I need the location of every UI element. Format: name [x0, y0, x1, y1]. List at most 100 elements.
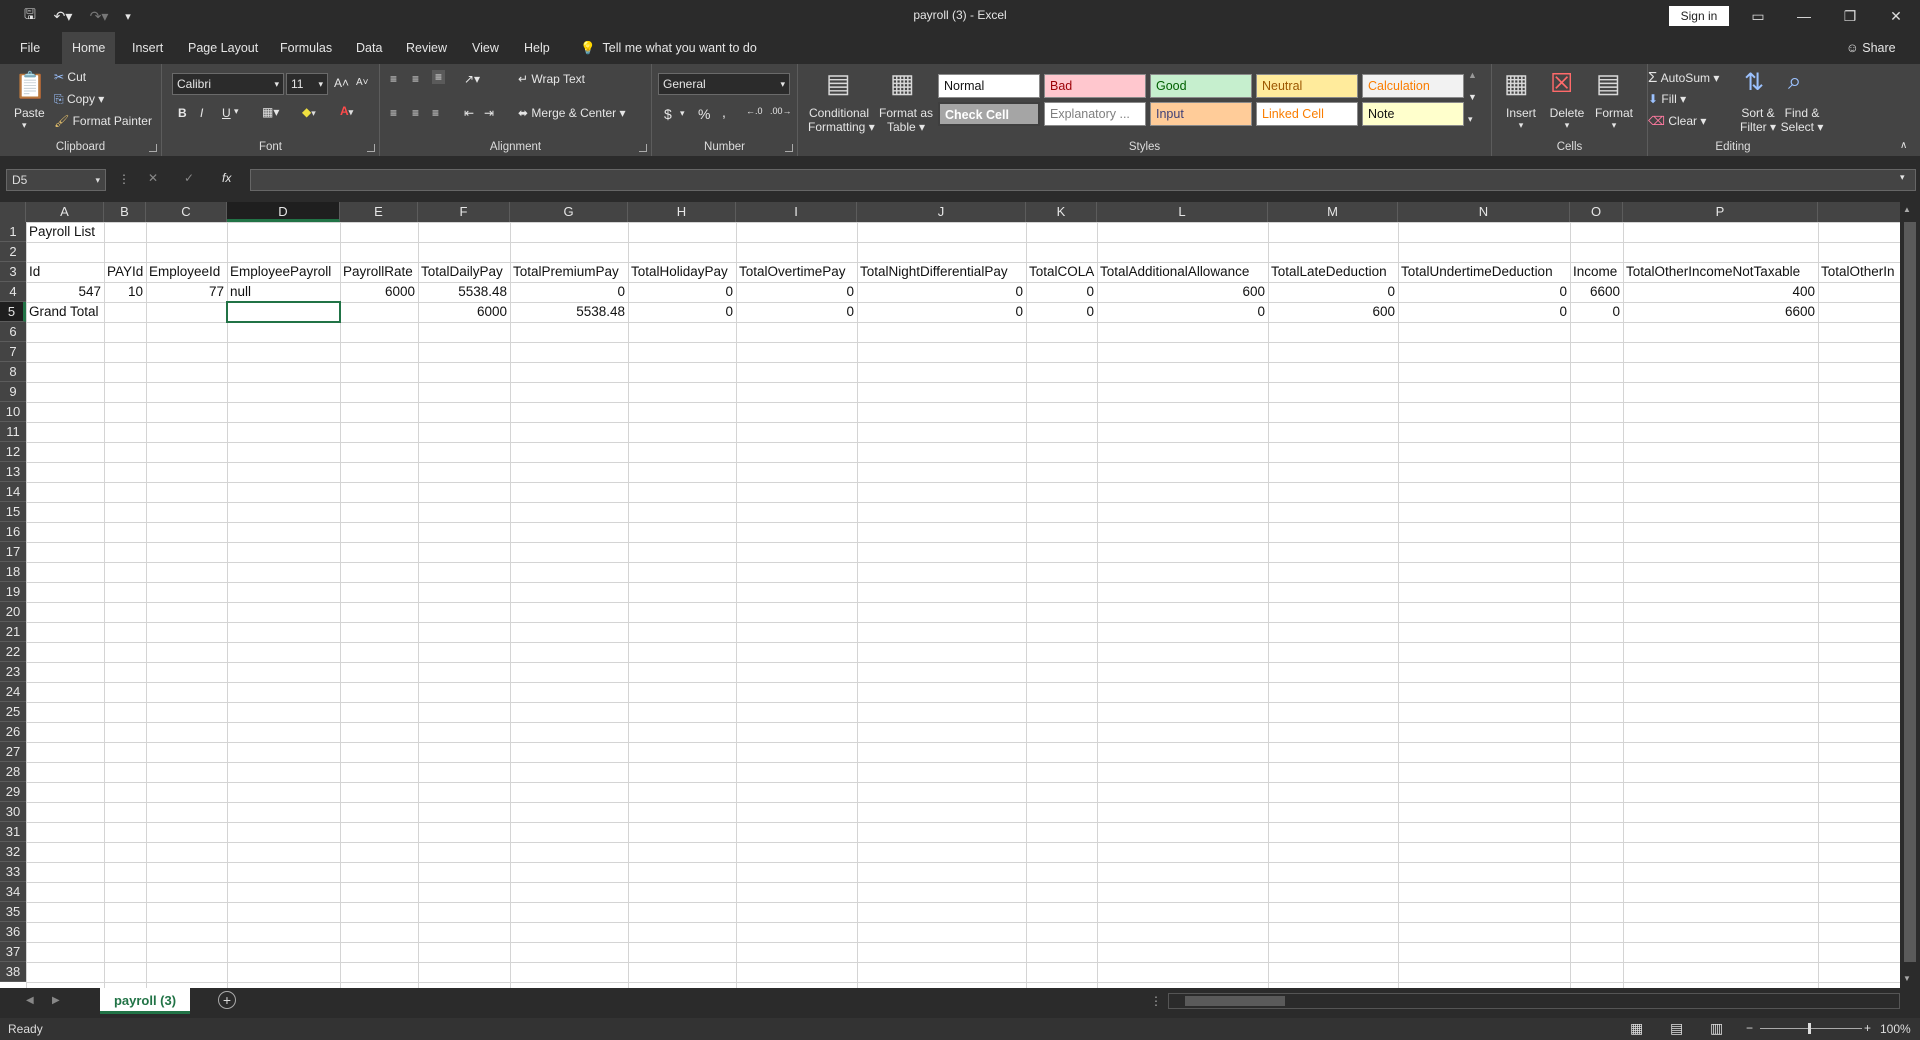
zoom-slider[interactable]	[1760, 1028, 1862, 1029]
insert-cells-icon[interactable]: ▦	[1504, 68, 1529, 99]
next-sheet-icon[interactable]: ▶	[52, 995, 60, 1006]
tab-help[interactable]: Help	[514, 32, 560, 64]
cell-m4[interactable]: 0	[1268, 282, 1398, 302]
percent-button[interactable]: %	[698, 106, 710, 122]
paste-button[interactable]: Paste	[14, 106, 45, 120]
tab-file[interactable]: File	[10, 32, 50, 64]
column-header-p[interactable]: P	[1623, 202, 1818, 222]
cell-i5[interactable]: 0	[736, 302, 857, 322]
paste-icon[interactable]: 📋	[14, 70, 46, 101]
cell-style-check-cell[interactable]: Check Cell	[938, 102, 1040, 126]
cell-k3[interactable]: TotalCOLA	[1026, 262, 1097, 282]
cell-l5[interactable]: 0	[1097, 302, 1268, 322]
align-center-icon[interactable]: ≡	[412, 106, 419, 120]
conditional-formatting-icon[interactable]: ▤	[826, 68, 851, 99]
delete-cells-icon[interactable]: ☒	[1550, 68, 1573, 99]
column-header-n[interactable]: N	[1398, 202, 1570, 222]
column-header-j[interactable]: J	[857, 202, 1026, 222]
row-header-19[interactable]: 19	[0, 582, 26, 602]
row-header-2[interactable]: 2	[0, 242, 26, 262]
cell-o5[interactable]: 0	[1570, 302, 1623, 322]
cell-b4[interactable]: 10	[104, 282, 146, 302]
cell-g4[interactable]: 0	[510, 282, 628, 302]
row-header-9[interactable]: 9	[0, 382, 26, 402]
column-header-e[interactable]: E	[340, 202, 418, 222]
row-header-4[interactable]: 4	[0, 282, 26, 302]
select-all-corner[interactable]	[0, 202, 26, 222]
row-header-31[interactable]: 31	[0, 822, 26, 842]
sort-filter-icon[interactable]: ⇅	[1744, 68, 1764, 97]
row-header-37[interactable]: 37	[0, 942, 26, 962]
italic-button[interactable]: I	[200, 106, 203, 120]
row-header-14[interactable]: 14	[0, 482, 26, 502]
cell-o4[interactable]: 6600	[1570, 282, 1623, 302]
normal-view-icon[interactable]: ▦	[1630, 1020, 1643, 1037]
clear-button[interactable]: ⌫ Clear ▾	[1648, 114, 1706, 128]
cell-style-good[interactable]: Good	[1150, 74, 1252, 98]
share-button[interactable]: ☺ Share	[1846, 32, 1896, 64]
cell-l3[interactable]: TotalAdditionalAllowance	[1097, 262, 1268, 282]
format-painter-button[interactable]: 🖌 Format Painter	[54, 114, 152, 128]
new-sheet-icon[interactable]: +	[218, 991, 236, 1009]
cell-a4[interactable]: 547	[26, 282, 104, 302]
cell-f4[interactable]: 5538.48	[418, 282, 510, 302]
row-header-27[interactable]: 27	[0, 742, 26, 762]
column-header-a[interactable]: A	[26, 202, 104, 222]
cell-l4[interactable]: 600	[1097, 282, 1268, 302]
column-header-k[interactable]: K	[1026, 202, 1097, 222]
tab-page-layout[interactable]: Page Layout	[178, 32, 268, 64]
row-header-38[interactable]: 38	[0, 962, 26, 982]
zoom-out-icon[interactable]: −	[1746, 1021, 1753, 1035]
sort-filter-button[interactable]: Sort & Filter ▾	[1736, 106, 1780, 134]
cell-m5[interactable]: 600	[1268, 302, 1398, 322]
row-header-7[interactable]: 7	[0, 342, 26, 362]
more-options-icon[interactable]: ⋮	[118, 172, 130, 186]
cell-e4[interactable]: 6000	[340, 282, 418, 302]
cell-g3[interactable]: TotalPremiumPay	[510, 262, 628, 282]
cell-f3[interactable]: TotalDailyPay	[418, 262, 510, 282]
horizontal-scrollbar[interactable]	[1168, 993, 1900, 1009]
column-header-f[interactable]: F	[418, 202, 510, 222]
column-header-l[interactable]: L	[1097, 202, 1268, 222]
cell-j5[interactable]: 0	[857, 302, 1026, 322]
row-header-33[interactable]: 33	[0, 862, 26, 882]
align-right-icon[interactable]: ≡	[432, 106, 439, 120]
autosum-button[interactable]: Σ AutoSum ▾	[1648, 69, 1719, 86]
column-header-i[interactable]: I	[736, 202, 857, 222]
cell-style-calculation[interactable]: Calculation	[1362, 74, 1464, 98]
row-header-32[interactable]: 32	[0, 842, 26, 862]
worksheet-grid[interactable]: ABCDEFGHIJKLMNOP 1 2 3 4 5 6 7 8 9 10 11 12 13 14 15 16…	[0, 202, 1920, 988]
row-header-29[interactable]: 29	[0, 782, 26, 802]
cell-m3[interactable]: TotalLateDeduction	[1268, 262, 1398, 282]
format-as-table-button[interactable]: Format as Table ▾	[878, 106, 934, 134]
underline-dropdown-icon[interactable]: ▾	[234, 106, 239, 117]
decrease-decimal-icon[interactable]: .00→	[770, 106, 792, 116]
increase-decimal-icon[interactable]: ←.0	[746, 106, 763, 116]
active-cell[interactable]	[226, 301, 341, 323]
gallery-down-icon[interactable]: ▼	[1468, 92, 1477, 102]
row-header-17[interactable]: 17	[0, 542, 26, 562]
clipboard-launcher-icon[interactable]	[149, 144, 157, 152]
increase-font-icon[interactable]: A˄	[334, 76, 349, 90]
row-header-8[interactable]: 8	[0, 362, 26, 382]
cell-p3[interactable]: TotalOtherIncomeNotTaxable	[1623, 262, 1818, 282]
format-cells-icon[interactable]: ▤	[1596, 68, 1621, 99]
row-header-34[interactable]: 34	[0, 882, 26, 902]
cell-style-note[interactable]: Note	[1362, 102, 1464, 126]
cell-d3[interactable]: EmployeePayroll	[227, 262, 340, 282]
row-header-24[interactable]: 24	[0, 682, 26, 702]
cell-style-linked-cell[interactable]: Linked Cell	[1256, 102, 1358, 126]
gallery-up-icon[interactable]: ▲	[1468, 70, 1477, 80]
tab-home[interactable]: Home	[62, 32, 116, 64]
cell-style-input[interactable]: Input	[1150, 102, 1252, 126]
paste-dropdown-icon[interactable]: ▾	[22, 120, 27, 131]
name-box[interactable]: D5 ▾	[6, 169, 106, 191]
tab-view[interactable]: View	[462, 32, 509, 64]
tab-split-icon[interactable]: ⋮	[1150, 994, 1162, 1008]
alignment-launcher-icon[interactable]	[639, 144, 647, 152]
cell-c3[interactable]: EmployeeId	[146, 262, 227, 282]
cell-k5[interactable]: 0	[1026, 302, 1097, 322]
merge-center-button[interactable]: ⬌ Merge & Center ▾	[518, 106, 625, 120]
row-header-26[interactable]: 26	[0, 722, 26, 742]
conditional-formatting-button[interactable]: Conditional Formatting ▾	[808, 106, 875, 134]
